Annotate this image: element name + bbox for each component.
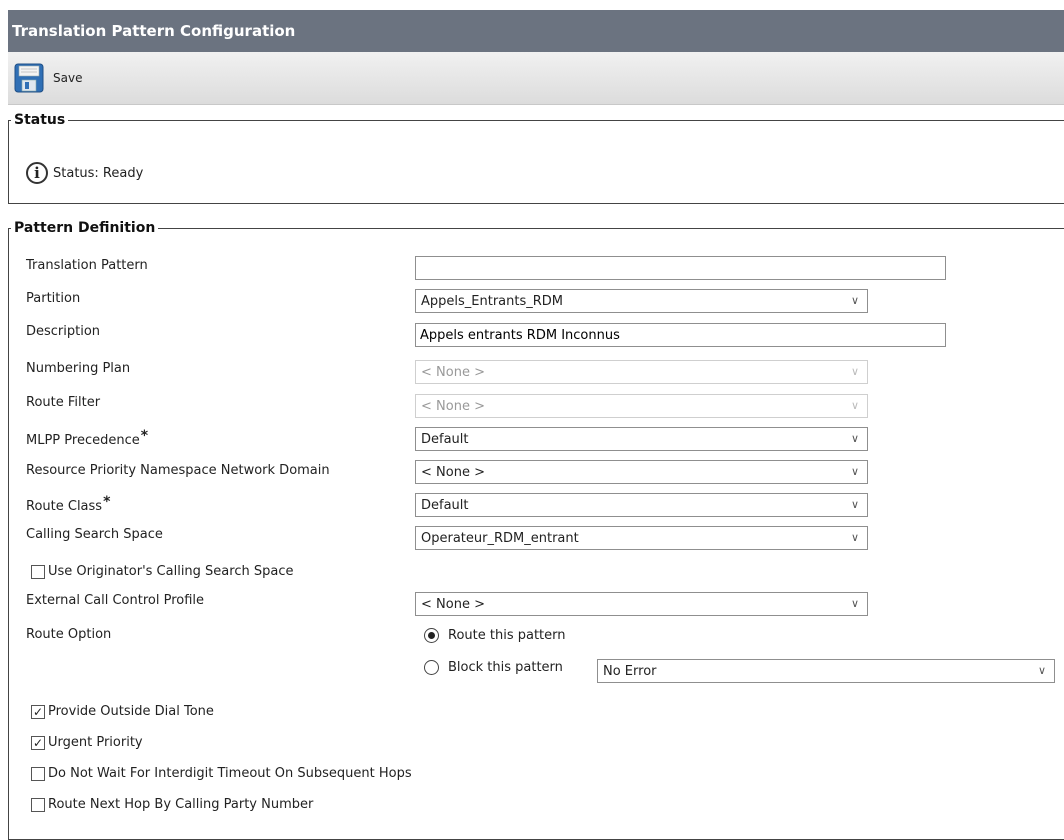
block-reason-select[interactable]: No Error ∨ <box>597 659 1055 683</box>
save-button-label: Save <box>53 71 83 85</box>
external-call-control-select[interactable]: < None > ∨ <box>415 592 868 616</box>
use-originator-css-checkbox[interactable]: Use Originator's Calling Search Space <box>31 564 293 579</box>
resource-priority-label: Resource Priority Namespace Network Doma… <box>26 463 330 478</box>
chevron-down-icon: ∨ <box>1037 664 1046 677</box>
numbering-plan-value: < None > <box>421 364 485 380</box>
route-filter-select: < None > ∨ <box>415 394 868 418</box>
route-this-pattern-radio[interactable]: Route this pattern <box>424 628 566 643</box>
mlpp-precedence-text: MLPP Precedence <box>26 433 140 448</box>
calling-search-space-value: Operateur_RDM_entrant <box>421 530 579 546</box>
page-title: Translation Pattern Configuration <box>8 10 1064 52</box>
translation-pattern-input[interactable] <box>415 256 946 280</box>
resource-priority-value: < None > <box>421 464 485 480</box>
external-call-control-label: External Call Control Profile <box>26 593 205 608</box>
partition-label: Partition <box>26 291 81 306</box>
mlpp-precedence-value: Default <box>421 431 469 447</box>
use-originator-css-label: Use Originator's Calling Search Space <box>48 564 294 579</box>
route-class-text: Route Class <box>26 499 103 514</box>
route-filter-label: Route Filter <box>26 395 101 410</box>
partition-select[interactable]: Appels_Entrants_RDM ∨ <box>415 289 868 313</box>
required-marker: * <box>140 428 149 444</box>
outside-dial-tone-checkbox[interactable]: ✓ Provide Outside Dial Tone <box>31 704 214 719</box>
status-text: Status: Ready <box>53 165 144 181</box>
chevron-down-icon: ∨ <box>850 597 859 610</box>
route-class-value: Default <box>421 497 469 513</box>
numbering-plan-label: Numbering Plan <box>26 361 131 376</box>
numbering-plan-select: < None > ∨ <box>415 360 868 384</box>
pattern-definition-legend: Pattern Definition <box>14 220 156 236</box>
description-label: Description <box>26 324 101 339</box>
required-marker: * <box>103 494 111 510</box>
route-option-label: Route Option <box>26 627 112 642</box>
radio-selected[interactable] <box>424 628 439 643</box>
resource-priority-select[interactable]: < None > ∨ <box>415 460 868 484</box>
description-input[interactable] <box>415 323 946 347</box>
chevron-down-icon: ∨ <box>850 465 859 478</box>
urgent-priority-label: Urgent Priority <box>48 735 143 750</box>
chevron-down-icon: ∨ <box>850 498 859 511</box>
save-floppy-icon <box>14 63 44 93</box>
route-class-label: Route Class* <box>26 494 110 514</box>
no-interdigit-wait-checkbox[interactable]: Do Not Wait For Interdigit Timeout On Su… <box>31 766 412 781</box>
chevron-down-icon: ∨ <box>850 432 859 445</box>
checkbox-checked[interactable]: ✓ <box>31 735 45 750</box>
outside-dial-tone-label: Provide Outside Dial Tone <box>48 704 214 719</box>
external-call-control-value: < None > <box>421 596 485 612</box>
save-button[interactable]: Save <box>14 63 82 93</box>
route-next-hop-label: Route Next Hop By Calling Party Number <box>48 797 314 812</box>
info-icon: i <box>26 162 48 184</box>
chevron-down-icon: ∨ <box>850 365 859 378</box>
route-class-select[interactable]: Default ∨ <box>415 493 868 517</box>
status-legend: Status <box>14 112 66 128</box>
block-this-pattern-radio[interactable]: Block this pattern <box>424 660 563 675</box>
checkbox-checked[interactable]: ✓ <box>31 704 45 719</box>
chevron-down-icon: ∨ <box>850 294 859 307</box>
toolbar: Save <box>8 52 1064 105</box>
calling-search-space-label: Calling Search Space <box>26 527 163 542</box>
status-group: Status <box>8 112 1064 204</box>
radio-unselected[interactable] <box>424 660 439 675</box>
chevron-down-icon: ∨ <box>850 399 859 412</box>
status-line: i Status: Ready <box>26 162 143 184</box>
route-this-pattern-label: Route this pattern <box>448 628 566 643</box>
route-filter-value: < None > <box>421 398 485 414</box>
no-interdigit-wait-label: Do Not Wait For Interdigit Timeout On Su… <box>48 766 412 781</box>
mlpp-precedence-select[interactable]: Default ∨ <box>415 427 868 451</box>
translation-pattern-label: Translation Pattern <box>26 258 148 273</box>
route-next-hop-checkbox[interactable]: Route Next Hop By Calling Party Number <box>31 797 313 812</box>
block-reason-value: No Error <box>603 663 657 679</box>
calling-search-space-select[interactable]: Operateur_RDM_entrant ∨ <box>415 526 868 550</box>
partition-value: Appels_Entrants_RDM <box>421 293 564 309</box>
chevron-down-icon: ∨ <box>850 531 859 544</box>
checkbox-box[interactable] <box>31 797 45 812</box>
checkbox-box[interactable] <box>31 564 45 579</box>
mlpp-precedence-label: MLPP Precedence* <box>26 428 148 448</box>
block-this-pattern-label: Block this pattern <box>448 660 563 675</box>
urgent-priority-checkbox[interactable]: ✓ Urgent Priority <box>31 735 143 750</box>
checkbox-box[interactable] <box>31 766 45 781</box>
